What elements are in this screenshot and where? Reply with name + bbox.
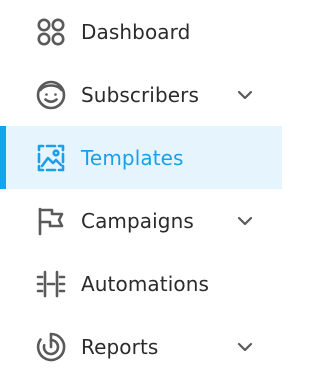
nav-label-automations: Automations (81, 271, 210, 296)
dashboard-icon (35, 16, 67, 48)
nav-label-templates: Templates (81, 145, 184, 170)
nav-item-campaigns[interactable]: Campaigns (0, 189, 282, 252)
chevron-down-icon[interactable] (236, 338, 254, 356)
nav-label-subscribers: Subscribers (81, 82, 200, 107)
templates-icon (35, 142, 67, 174)
nav-label-dashboard: Dashboard (81, 19, 191, 44)
subscribers-icon (35, 79, 67, 111)
chevron-down-icon[interactable] (236, 86, 254, 104)
nav-item-reports[interactable]: Reports (0, 315, 282, 378)
automations-icon (35, 268, 67, 300)
campaigns-flag-icon (35, 205, 67, 237)
nav-item-templates[interactable]: Templates (0, 126, 282, 189)
nav-label-campaigns: Campaigns (81, 208, 194, 233)
nav-item-subscribers[interactable]: Subscribers (0, 63, 282, 126)
chevron-down-icon[interactable] (236, 212, 254, 230)
reports-icon (35, 331, 67, 363)
nav-item-automations[interactable]: Automations (0, 252, 282, 315)
sidebar-nav: Dashboard Subscribers Templates Campaign… (0, 0, 282, 385)
nav-item-dashboard[interactable]: Dashboard (0, 0, 282, 63)
nav-label-reports: Reports (81, 334, 159, 359)
